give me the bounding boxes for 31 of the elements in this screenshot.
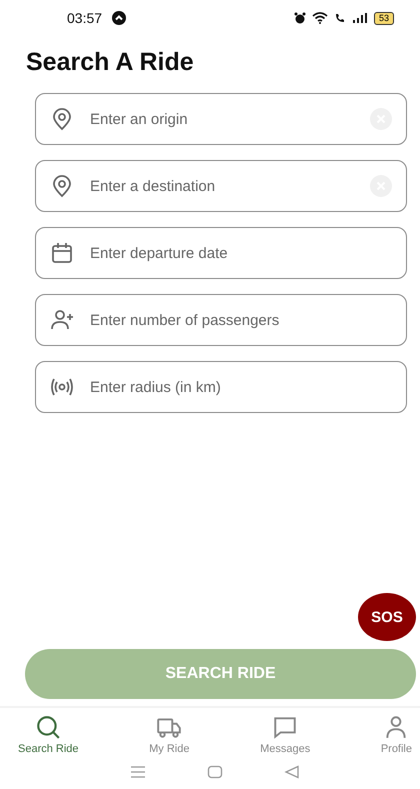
field-input[interactable]: Enter number of passengers <box>88 310 392 330</box>
sos-button[interactable]: SOS <box>358 593 416 641</box>
signal-icon <box>352 12 368 24</box>
status-time: 03:57 <box>67 10 102 26</box>
app-notification-icon <box>112 11 126 25</box>
field-input[interactable]: Enter departure date <box>88 244 392 262</box>
text-field[interactable]: Enter a destination <box>35 160 407 212</box>
nav-tab[interactable]: Messages <box>260 714 310 755</box>
alarm-icon <box>294 12 306 24</box>
page-title: Search A Ride <box>26 48 195 77</box>
phone-icon <box>334 12 346 24</box>
home-icon[interactable] <box>206 765 223 779</box>
field-input[interactable]: Enter radius (in km) <box>88 378 392 396</box>
field-input[interactable]: Enter a destination <box>88 176 356 196</box>
nav-tab[interactable]: My Ride <box>149 714 190 755</box>
calendar-icon <box>50 241 74 265</box>
nav-tab[interactable]: Profile <box>380 714 412 755</box>
location-pin-icon <box>50 107 74 131</box>
menu-icon[interactable] <box>130 765 146 779</box>
battery-indicator: 53 <box>374 12 394 24</box>
search-icon <box>35 714 62 740</box>
wifi-icon <box>312 12 328 24</box>
text-field[interactable]: Enter an origin <box>35 93 407 145</box>
back-icon[interactable] <box>284 765 300 779</box>
add-person-icon <box>50 308 74 332</box>
location-pin-icon <box>50 174 74 198</box>
nav-tab[interactable]: Search Ride <box>18 714 79 755</box>
field-input[interactable]: Enter an origin <box>88 110 356 128</box>
text-field[interactable]: Enter radius (in km) <box>35 361 407 413</box>
text-field[interactable]: Enter departure date <box>35 227 407 279</box>
text-field[interactable]: Enter number of passengers <box>35 294 407 346</box>
